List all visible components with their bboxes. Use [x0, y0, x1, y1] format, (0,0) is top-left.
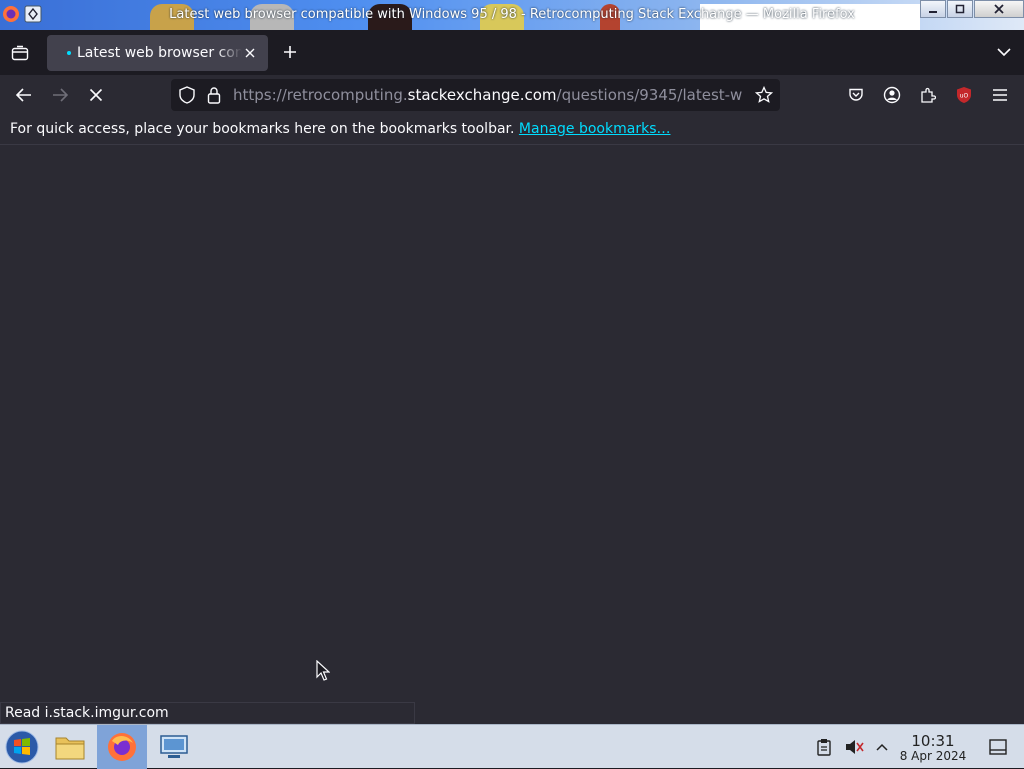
forward-arrow-icon[interactable]	[48, 83, 72, 107]
show-desktop-icon[interactable]	[986, 725, 1010, 769]
firefox-taskbar-icon[interactable]	[97, 725, 147, 769]
loading-indicator	[67, 51, 71, 55]
url-path: /questions/9345/latest-web-browser-compa…	[556, 86, 743, 104]
svg-text:uO: uO	[960, 93, 969, 100]
shield-icon[interactable]	[178, 86, 196, 104]
tab-label: Latest web browser compatible with Windo…	[77, 45, 242, 61]
status-panel: Read i.stack.imgur.com	[0, 702, 415, 724]
bookmarks-hint-text: For quick access, place your bookmarks h…	[10, 121, 515, 137]
network-icon[interactable]	[154, 725, 194, 769]
windows-start-icon[interactable]	[2, 725, 42, 769]
account-icon[interactable]	[880, 83, 904, 107]
ublock-icon[interactable]: uO	[952, 83, 976, 107]
folder-icon[interactable]	[50, 725, 90, 769]
bookmarks-hint: For quick access, place your bookmarks h…	[10, 121, 670, 137]
url-text[interactable]: https://retrocomputing.stackexchange.com…	[233, 86, 743, 104]
clock-date: 8 Apr 2024	[899, 749, 967, 763]
clipboard-icon[interactable]	[812, 725, 836, 769]
volume-muted-icon[interactable]	[842, 725, 866, 769]
window-titlebar: Latest web browser compatible with Windo…	[0, 0, 1024, 30]
plus-icon[interactable]	[279, 41, 301, 63]
back-arrow-icon[interactable]	[12, 83, 36, 107]
tab-bar: Latest web browser compatible with Windo…	[0, 30, 1024, 75]
stop-icon[interactable]	[84, 83, 108, 107]
chevron-down-icon[interactable]	[994, 42, 1014, 62]
url-host: stackexchange.com	[407, 86, 557, 104]
navigation-toolbar: https://retrocomputing.stackexchange.com…	[0, 75, 1024, 115]
tab-active[interactable]: Latest web browser compatible with Windo…	[47, 35, 268, 71]
window-title: Latest web browser compatible with Windo…	[169, 7, 855, 22]
pocket-icon[interactable]	[844, 83, 868, 107]
url-bar[interactable]: https://retrocomputing.stackexchange.com…	[171, 79, 780, 111]
lock-icon[interactable]	[205, 86, 223, 104]
close-window-button[interactable]	[974, 0, 1024, 18]
extensions-icon[interactable]	[916, 83, 940, 107]
taskbar: 10:31 8 Apr 2024	[0, 724, 1024, 769]
mouse-cursor-icon	[316, 660, 330, 682]
system-clock[interactable]: 10:31 8 Apr 2024	[898, 733, 968, 763]
chevron-up-icon[interactable]	[872, 725, 892, 769]
menu-icon[interactable]	[988, 83, 1012, 107]
clock-time: 10:31	[911, 732, 955, 750]
maximize-button[interactable]	[947, 0, 973, 18]
bookmarks-toolbar: For quick access, place your bookmarks h…	[0, 115, 1024, 145]
star-icon[interactable]	[755, 86, 773, 104]
manage-bookmarks-link[interactable]: Manage bookmarks…	[519, 121, 671, 137]
minimize-button[interactable]	[920, 0, 946, 18]
window-controls	[919, 0, 1024, 20]
tab-list-icon[interactable]	[8, 41, 32, 65]
page-content[interactable]	[0, 145, 1024, 724]
url-prefix: https://retrocomputing.	[233, 86, 408, 104]
close-icon[interactable]	[240, 43, 260, 63]
